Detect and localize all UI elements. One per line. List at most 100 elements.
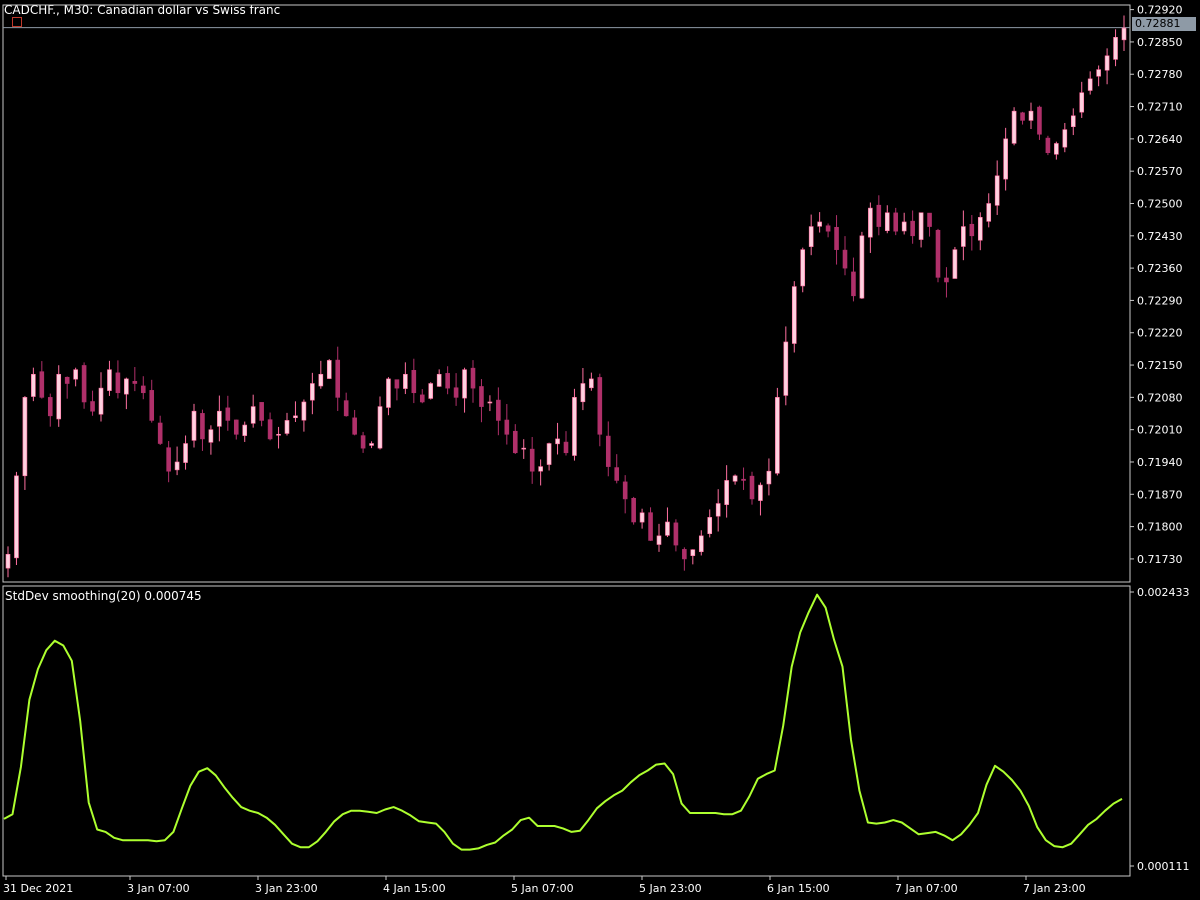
candle-body xyxy=(352,417,357,435)
candle-body xyxy=(884,212,890,231)
candle-body xyxy=(1113,37,1118,60)
candle-body xyxy=(5,554,11,569)
candle-body xyxy=(335,359,341,398)
y-tick-label: 0.72780 xyxy=(1137,68,1183,81)
candle-body xyxy=(1037,106,1042,135)
candle-body xyxy=(200,413,205,440)
candle-body xyxy=(445,373,450,389)
candle-body xyxy=(605,435,611,467)
y-tick-label: 0.72010 xyxy=(1137,424,1183,437)
x-tick-label: 7 Jan 23:00 xyxy=(1023,882,1086,895)
x-tick-label: 3 Jan 07:00 xyxy=(127,882,190,895)
y-tick-label: 0.72150 xyxy=(1137,359,1183,372)
candle-body xyxy=(1020,112,1025,121)
candle-body xyxy=(487,401,493,404)
y-tick-label: 0.71730 xyxy=(1137,553,1183,566)
candle-body xyxy=(631,497,636,523)
y-tick-label: 0.72920 xyxy=(1137,4,1183,17)
candle-body xyxy=(149,390,155,421)
candle-body xyxy=(580,383,586,403)
candle-body xyxy=(462,369,467,399)
candle-body xyxy=(656,535,662,545)
x-tick-label: 4 Jan 15:00 xyxy=(383,882,446,895)
candle-body xyxy=(538,466,543,472)
candle-body xyxy=(775,397,780,474)
y-axis-labels: 0.72920 0.72850 0.72780 0.72710 0.72640 0.725… xyxy=(1130,4,1190,873)
indicator-frame xyxy=(2,585,1131,877)
y-tick-label: 0.72570 xyxy=(1137,165,1183,178)
candle-body xyxy=(293,415,298,419)
candle-body xyxy=(1096,69,1101,77)
candle-body xyxy=(927,212,932,227)
candle-body xyxy=(124,378,129,395)
candle-body xyxy=(741,478,746,481)
y-tick-label: 0.72360 xyxy=(1137,262,1183,275)
y-tick-label: 0.71800 xyxy=(1137,521,1183,534)
candle-body xyxy=(512,430,518,454)
x-tick-label: 5 Jan 23:00 xyxy=(639,882,702,895)
candle-body xyxy=(1087,78,1093,91)
object-marker-icon[interactable] xyxy=(12,17,22,27)
x-tick-label: 31 Dec 2021 xyxy=(3,882,73,895)
candle-body xyxy=(386,378,391,408)
candle-body xyxy=(39,371,45,398)
candle-body xyxy=(977,217,983,241)
candle-body xyxy=(808,226,814,247)
candle-body xyxy=(310,383,315,401)
candle-body xyxy=(597,377,603,435)
candle-body xyxy=(225,407,231,421)
candle-body xyxy=(868,207,873,238)
candle-body xyxy=(961,226,966,247)
candle-body xyxy=(22,397,28,477)
candle-body xyxy=(1104,55,1110,71)
candles-layer xyxy=(5,15,1127,578)
y-tick-label: 0.72850 xyxy=(1137,36,1183,49)
y-tick-label: 0.72500 xyxy=(1137,197,1183,210)
candle-body xyxy=(555,438,560,445)
candle-body xyxy=(470,367,476,389)
candle-body xyxy=(1045,137,1051,154)
y-tick-label: 0.72430 xyxy=(1137,230,1183,243)
candle-body xyxy=(1003,138,1008,180)
candle-body xyxy=(639,512,645,523)
x-tick-label: 7 Jan 07:00 xyxy=(895,882,958,895)
candle-body xyxy=(394,379,400,389)
candle-body xyxy=(47,397,53,417)
candle-body xyxy=(453,387,459,398)
candle-body xyxy=(834,226,839,250)
candle-body xyxy=(419,394,425,403)
candle-body xyxy=(90,401,95,412)
candle-body xyxy=(98,387,104,415)
candle-body xyxy=(250,406,256,424)
candle-body xyxy=(479,386,484,407)
candle-body xyxy=(724,480,729,505)
chart-svg[interactable]: 0.72920 0.72850 0.72780 0.72710 0.72640 0.725… xyxy=(0,0,1200,900)
candle-body xyxy=(132,381,138,384)
candle-body xyxy=(217,410,222,427)
candle-body xyxy=(758,484,763,501)
candle-body xyxy=(994,175,1000,206)
candle-body xyxy=(707,517,713,534)
candle-body xyxy=(267,419,273,440)
candle-body xyxy=(800,249,806,287)
candle-body xyxy=(521,447,527,450)
candle-body xyxy=(901,221,907,232)
y-tick-label: 0.72710 xyxy=(1137,101,1183,114)
candle-body xyxy=(166,447,171,472)
candle-body xyxy=(546,443,552,465)
candle-body xyxy=(589,378,594,389)
candle-body xyxy=(1054,143,1059,155)
candle-body xyxy=(572,397,577,456)
candle-body xyxy=(1121,27,1127,41)
candle-body xyxy=(715,503,721,517)
candle-body xyxy=(1079,92,1085,113)
candle-body xyxy=(360,435,366,449)
candle-body xyxy=(64,376,70,384)
candle-body xyxy=(842,249,848,269)
candle-body xyxy=(791,286,797,344)
candle-body xyxy=(73,369,78,380)
candle-body xyxy=(1028,110,1034,121)
candle-body xyxy=(115,372,121,394)
candle-body xyxy=(876,204,882,227)
y-tick-label: 0.71940 xyxy=(1137,456,1183,469)
